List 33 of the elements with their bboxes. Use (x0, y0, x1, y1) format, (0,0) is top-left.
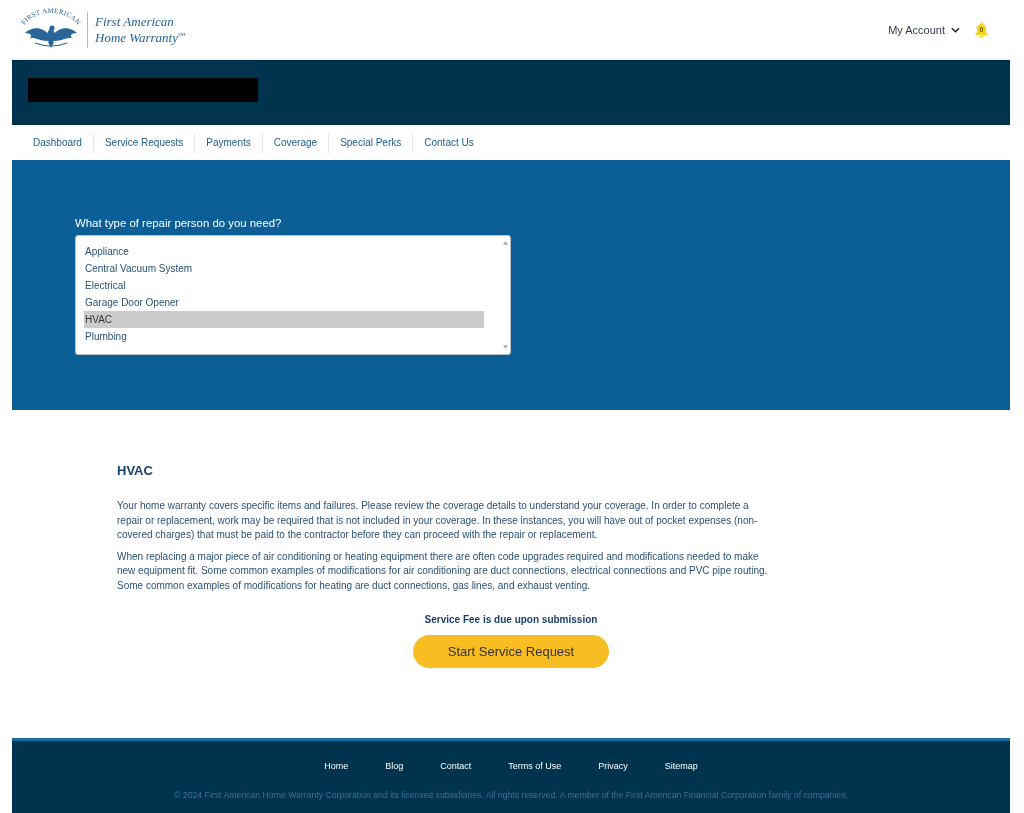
footer-link[interactable]: Privacy (598, 761, 628, 771)
scroll-down-icon[interactable] (502, 345, 508, 349)
logo-subtitle: Home Warranty$^{SM}$ (95, 29, 186, 44)
service-fee-note: Service Fee is due upon submission (424, 613, 598, 625)
question-label: What type of repair person do you need? (75, 217, 282, 229)
nav-link[interactable]: Payments (194, 132, 262, 153)
nav-link[interactable]: Service Requests (92, 132, 195, 153)
logo-title: First American (95, 15, 175, 28)
nav-link[interactable]: Coverage (261, 132, 329, 153)
footer-link[interactable]: Home (324, 761, 349, 771)
my-account-menu[interactable]: My Account (888, 23, 960, 36)
repair-type-list[interactable]: Appliance Central Vacuum System Electrical Garage Door Opener HVAC Plumbing (75, 235, 511, 355)
list-option[interactable]: HVAC (84, 311, 484, 328)
list-option[interactable]: Appliance (84, 243, 484, 260)
footer-link[interactable]: Blog (385, 761, 404, 771)
nav-link[interactable]: Dashboard (22, 132, 93, 153)
coverage-paragraph: When replacing a major piece of air conditioning or heating equipment there are often code upgrades required and modifications needed to make new equipment fit. Some common examples of modifications for air conditioning are duct connections, electrical connections and PVC pipe routing. Some common examples of modifications for heating are duct connections, gas lines, and exhaust venting. (117, 549, 769, 593)
bell-icon (974, 21, 989, 38)
coverage-paragraph: Your home warranty covers specific items and failures. Please review the coverage details to understand your coverage. In order to complete a repair or replacement, work may be required that is not included in your coverage. In these instances, you will have out of pocket expenses (non-covered charges) that must be paid to the contractor before they can proceed with the repair or replacement. (117, 499, 759, 543)
list-option[interactable]: Central Vacuum System (84, 260, 484, 277)
list-option[interactable]: Electrical (84, 277, 484, 294)
nav-link[interactable]: Special Perks (328, 132, 413, 153)
scroll-up-icon[interactable] (502, 241, 508, 245)
chevron-down-icon (951, 26, 960, 33)
nav-link[interactable]: Contact Us (412, 132, 485, 153)
footer-link[interactable]: Sitemap (664, 761, 698, 771)
footer-link[interactable]: Terms of Use (508, 761, 562, 771)
section-title: HVAC (117, 463, 153, 479)
footer-link[interactable]: Contact (440, 761, 472, 771)
list-option[interactable]: Garage Door Opener (84, 294, 484, 311)
list-option[interactable]: Plumbing (84, 328, 484, 345)
eagle-icon (25, 24, 77, 48)
start-service-request-button[interactable]: Start Service Request (413, 634, 609, 668)
